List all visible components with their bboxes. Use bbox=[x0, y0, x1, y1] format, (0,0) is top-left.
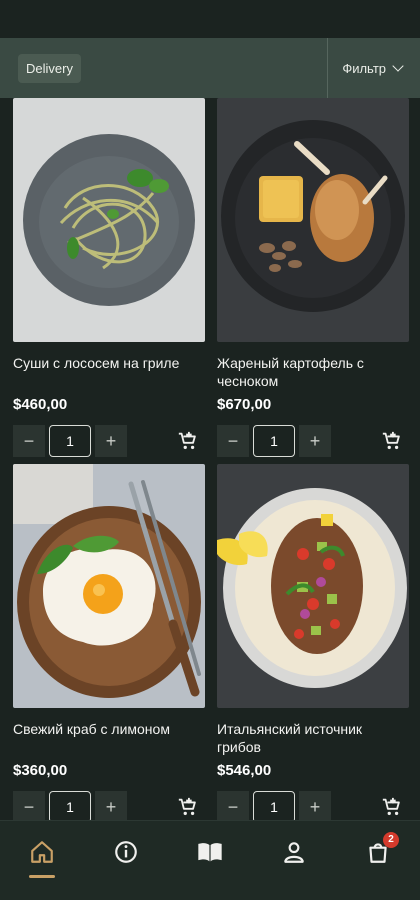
add-to-cart-icon[interactable] bbox=[381, 430, 403, 452]
filter-button[interactable]: Фильтр bbox=[327, 38, 404, 98]
quantity-controls: − 1 + bbox=[13, 425, 205, 457]
product-image-tortilla[interactable] bbox=[217, 464, 409, 708]
quantity-field[interactable]: 1 bbox=[49, 425, 91, 457]
product-name: Итальянский источник грибов bbox=[217, 721, 363, 755]
product-card[interactable]: Жареный картофель с чесноком $670,00 − 1… bbox=[217, 98, 409, 457]
increment-button[interactable]: + bbox=[95, 791, 127, 823]
quantity-field[interactable]: 1 bbox=[253, 791, 295, 823]
add-to-cart-icon[interactable] bbox=[177, 796, 199, 818]
product-card[interactable]: Суши с лососем на гриле $460,00 − 1 + bbox=[13, 98, 205, 457]
product-name: Жареный картофель с чесноком bbox=[217, 355, 364, 389]
quantity-field[interactable]: 1 bbox=[49, 791, 91, 823]
filter-label: Фильтр bbox=[342, 60, 386, 76]
product-image-egg[interactable] bbox=[13, 464, 205, 708]
add-to-cart-icon[interactable] bbox=[381, 796, 403, 818]
quantity-controls: − 1 + bbox=[13, 791, 205, 823]
decrement-button[interactable]: − bbox=[217, 791, 249, 823]
product-card[interactable]: Свежий краб с лимоном $360,00 − 1 + bbox=[13, 464, 205, 823]
increment-button[interactable]: + bbox=[299, 791, 331, 823]
decrement-button[interactable]: − bbox=[13, 791, 45, 823]
product-price: $546,00 bbox=[217, 762, 272, 779]
decrement-button[interactable]: − bbox=[217, 425, 249, 457]
product-price: $360,00 bbox=[13, 762, 68, 779]
increment-button[interactable]: + bbox=[95, 425, 127, 457]
decrement-button[interactable]: − bbox=[13, 425, 45, 457]
nav-menu[interactable] bbox=[188, 830, 232, 874]
nav-profile[interactable] bbox=[272, 830, 316, 874]
increment-button[interactable]: + bbox=[299, 425, 331, 457]
top-bar: Delivery Фильтр bbox=[0, 38, 420, 98]
quantity-controls: − 1 + bbox=[217, 425, 409, 457]
product-price: $460,00 bbox=[13, 396, 68, 413]
product-name: Свежий краб с лимоном bbox=[13, 721, 170, 737]
info-icon bbox=[115, 840, 137, 863]
product-name: Суши с лососем на гриле bbox=[13, 355, 180, 371]
quantity-controls: − 1 + bbox=[217, 791, 409, 823]
nav-cart[interactable]: 2 bbox=[356, 830, 400, 874]
quantity-field[interactable]: 1 bbox=[253, 425, 295, 457]
product-card[interactable]: Итальянский источник грибов $546,00 − 1 … bbox=[217, 464, 409, 823]
nav-home[interactable] bbox=[20, 830, 64, 878]
nav-info[interactable] bbox=[104, 830, 148, 874]
delivery-chip[interactable]: Delivery bbox=[18, 53, 81, 83]
menu-book-icon bbox=[198, 842, 222, 861]
product-image-duck[interactable] bbox=[217, 98, 409, 342]
profile-icon bbox=[284, 841, 304, 863]
cart-badge: 2 bbox=[383, 831, 399, 848]
bottom-navigation: 2 bbox=[0, 820, 420, 900]
add-to-cart-icon[interactable] bbox=[177, 430, 199, 452]
home-icon bbox=[31, 840, 53, 863]
product-image-pasta[interactable] bbox=[13, 98, 205, 342]
product-price: $670,00 bbox=[217, 396, 272, 413]
chevron-down-icon bbox=[392, 60, 404, 72]
